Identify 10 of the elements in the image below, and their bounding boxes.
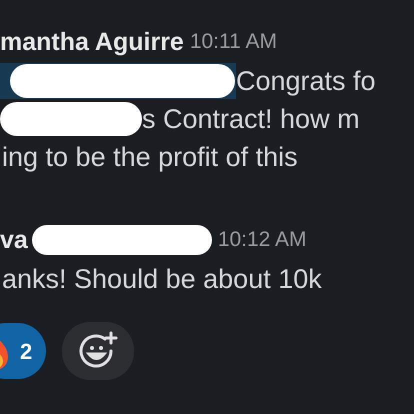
author-name: mantha Aguirre	[0, 27, 184, 58]
message-text: s Contract! how m	[142, 103, 360, 136]
message-text: anks! Should be about 10k	[1, 263, 322, 296]
reaction-button[interactable]: 2	[0, 323, 46, 379]
message-time: 10:11 AM	[190, 29, 277, 56]
message-time: 10:12 AM	[218, 227, 307, 254]
add-reaction-button[interactable]	[62, 322, 134, 380]
message-text: ing to be the profit of this	[1, 141, 298, 174]
author-name: va	[0, 225, 28, 256]
message-text: Congrats fo	[236, 65, 376, 98]
